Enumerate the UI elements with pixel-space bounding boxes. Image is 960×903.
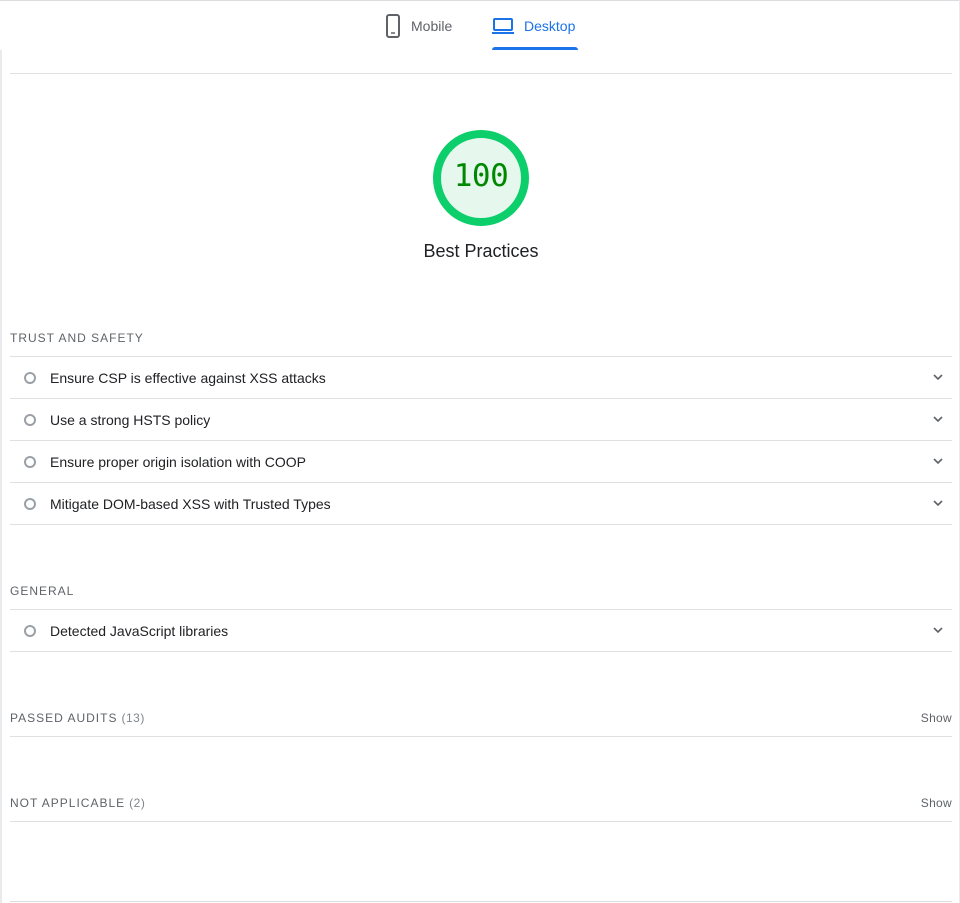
informative-circle-icon <box>24 625 36 637</box>
passed-audits-count: (13) <box>121 711 145 725</box>
informative-circle-icon <box>24 372 36 384</box>
audit-label: Ensure proper origin isolation with COOP <box>50 454 307 470</box>
informative-circle-icon <box>24 456 36 468</box>
tab-mobile-label: Mobile <box>411 18 453 34</box>
group-divider <box>10 524 952 525</box>
tab-mobile[interactable]: Mobile <box>385 1 452 51</box>
chevron-down-icon[interactable] <box>932 624 944 636</box>
left-border <box>0 50 2 903</box>
not-applicable-count: (2) <box>129 796 146 810</box>
informative-circle-icon <box>24 414 36 426</box>
group-divider <box>10 821 952 822</box>
audit-row[interactable]: Detected JavaScript libraries <box>10 609 952 651</box>
tab-desktop-label: Desktop <box>524 18 576 34</box>
chevron-down-icon[interactable] <box>932 413 944 425</box>
audit-row[interactable]: Mitigate DOM-based XSS with Trusted Type… <box>10 482 952 524</box>
mobile-phone-icon <box>385 14 401 38</box>
passed-audits-show-button[interactable]: Show <box>921 711 952 725</box>
group-divider <box>10 736 952 737</box>
audit-label: Mitigate DOM-based XSS with Trusted Type… <box>50 496 331 512</box>
group-title-not-applicable: NOT APPLICABLE (2) <box>10 796 145 810</box>
chevron-down-icon[interactable] <box>932 455 944 467</box>
group-title-trust-and-safety: TRUST AND SAFETY <box>10 331 144 345</box>
audit-label: Ensure CSP is effective against XSS atta… <box>50 370 326 386</box>
group-title-general: GENERAL <box>10 584 75 598</box>
audit-row[interactable]: Ensure CSP is effective against XSS atta… <box>10 356 952 398</box>
audit-row[interactable]: Use a strong HSTS policy <box>10 398 952 440</box>
informative-circle-icon <box>24 498 36 510</box>
form-factor-tabs: Mobile Desktop <box>0 0 960 50</box>
audit-row[interactable]: Ensure proper origin isolation with COOP <box>10 440 952 482</box>
tab-desktop[interactable]: Desktop <box>492 1 578 51</box>
category-title: Best Practices <box>423 241 539 261</box>
group-title-passed-audits: PASSED AUDITS (13) <box>10 711 145 725</box>
not-applicable-label: NOT APPLICABLE <box>10 796 126 810</box>
active-tab-indicator <box>492 47 578 50</box>
audit-label: Detected JavaScript libraries <box>50 623 229 639</box>
not-applicable-show-button[interactable]: Show <box>921 796 952 810</box>
chevron-down-icon[interactable] <box>932 371 944 383</box>
passed-audits-label: PASSED AUDITS <box>10 711 118 725</box>
header-divider <box>10 73 952 74</box>
laptop-icon <box>492 17 514 35</box>
chevron-down-icon[interactable] <box>932 497 944 509</box>
audit-label: Use a strong HSTS policy <box>50 412 211 428</box>
score-value: 100 <box>453 158 509 194</box>
group-divider <box>10 651 952 652</box>
bottom-divider <box>10 901 952 902</box>
